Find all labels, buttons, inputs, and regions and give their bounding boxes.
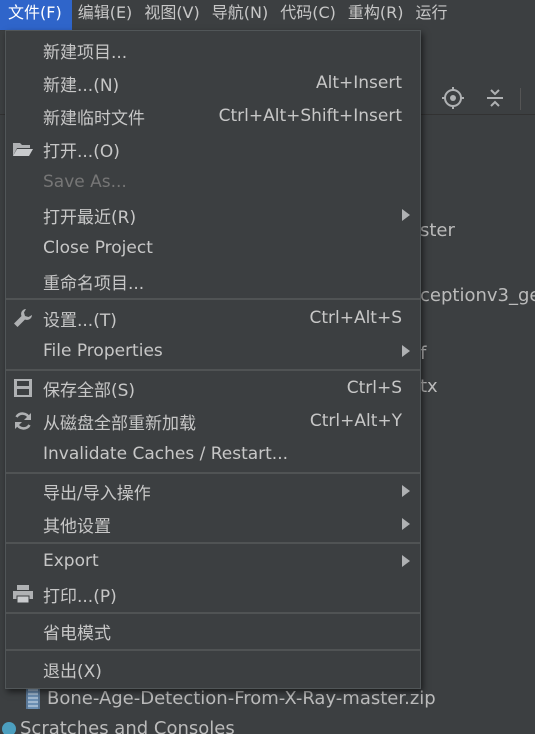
menu-separator [6,649,420,651]
menu-item-save-all[interactable]: 保存全部(S) Ctrl+S [6,373,420,403]
file-menu-dropdown: 新建项目... 新建...(N) Alt+Insert 新建临时文件 Ctrl+… [5,30,421,689]
menu-item-import-export[interactable]: 导出/导入操作 [6,476,420,506]
menu-item-shortcut: Ctrl+Alt+S [309,308,402,328]
menu-refactor[interactable]: 重构(R) [342,0,410,30]
menu-view[interactable]: 视图(V) [138,0,205,30]
ide-window: ster ceptionv3_ge f tx Bone-Age-Detectio… [0,0,535,734]
save-disk-icon [12,377,34,399]
menu-item-label: File Properties [43,341,163,361]
menu-item-shortcut: Ctrl+Alt+Y [309,411,402,431]
submenu-arrow-icon [402,518,410,530]
menu-item-open-recent[interactable]: 打开最近(R) [6,200,420,230]
menu-item-reload-all[interactable]: 从磁盘全部重新加载 Ctrl+Alt+Y [6,406,420,436]
tree-node-fragment[interactable]: ceptionv3_ge [420,285,535,306]
menu-item-label: 退出(X) [43,661,102,682]
menu-item-label: Invalidate Caches / Restart... [43,444,289,464]
menu-item-settings[interactable]: 设置...(T) Ctrl+Alt+S [6,303,420,333]
menu-item-open[interactable]: 打开...(O) [6,134,420,164]
tree-node-scratches[interactable]: Scratches and Consoles [20,718,235,734]
menu-item-file-properties[interactable]: File Properties [6,336,420,366]
menu-item-label: 省电模式 [43,623,111,644]
menu-item-export[interactable]: Export [6,546,420,576]
menu-item-save-as: Save As... [6,167,420,197]
main-menubar: 文件(F) 编辑(E) 视图(V) 导航(N) 代码(C) 重构(R) 运行 [0,0,535,30]
menu-item-new-project[interactable]: 新建项目... [6,35,420,65]
folder-open-icon [12,138,34,160]
menu-item-print[interactable]: 打印...(P) [6,579,420,609]
menu-item-label: 新建...(N) [43,75,120,96]
wrench-icon [12,307,34,329]
submenu-arrow-icon [402,555,410,567]
menu-item-rename-project[interactable]: 重命名项目... [6,266,420,296]
menu-item-label: 导出/导入操作 [43,483,151,504]
tree-node-fragment[interactable]: ster [420,220,455,241]
menu-item-label: 保存全部(S) [43,380,136,401]
toolbar-divider [520,88,521,110]
submenu-arrow-icon [402,209,410,221]
menu-item-other-settings[interactable]: 其他设置 [6,509,420,539]
menu-item-shortcut: Ctrl+S [346,378,402,398]
menu-separator [6,542,420,544]
tree-node-fragment[interactable]: tx [420,376,438,397]
menu-item-label: Save As... [43,172,127,192]
menu-navigate[interactable]: 导航(N) [206,0,274,30]
menu-item-label: 打印...(P) [43,586,117,607]
collapse-all-icon[interactable] [483,86,507,110]
menu-separator [6,298,420,300]
menu-item-label: 新建项目... [43,42,128,63]
menu-item-label: 打开最近(R) [43,207,137,228]
printer-icon [12,583,34,605]
tree-node-zip[interactable]: Bone-Age-Detection-From-X-Ray-master.zip [47,688,436,709]
menu-separator [6,472,420,474]
menu-item-exit[interactable]: 退出(X) [6,654,420,684]
submenu-arrow-icon [402,485,410,497]
menu-code[interactable]: 代码(C) [274,0,342,30]
menu-item-close-project[interactable]: Close Project [6,233,420,263]
scratches-icon [2,722,16,734]
menu-item-shortcut: Ctrl+Alt+Shift+Insert [218,106,402,126]
menu-item-label: 其他设置 [43,516,111,537]
menu-item-label: 设置...(T) [43,310,117,331]
menu-item-new[interactable]: 新建...(N) Alt+Insert [6,68,420,98]
reload-icon [12,410,34,432]
menu-item-label: 从磁盘全部重新加载 [43,413,196,434]
menu-item-invalidate-caches[interactable]: Invalidate Caches / Restart... [6,439,420,469]
locate-icon[interactable] [441,86,465,110]
menu-item-new-scratch[interactable]: 新建临时文件 Ctrl+Alt+Shift+Insert [6,101,420,131]
menu-item-label: 打开...(O) [43,141,120,162]
menu-item-power-save[interactable]: 省电模式 [6,616,420,646]
submenu-arrow-icon [402,345,410,357]
menu-item-label: 新建临时文件 [43,108,145,129]
menu-run[interactable]: 运行 [410,0,454,30]
menu-item-shortcut: Alt+Insert [315,73,402,93]
menu-edit[interactable]: 编辑(E) [72,0,139,30]
menu-item-label: Export [43,551,99,571]
menu-file[interactable]: 文件(F) [0,0,72,30]
menu-item-label: 重命名项目... [43,273,145,294]
menu-separator [6,612,420,614]
menu-item-label: Close Project [43,238,153,258]
zip-file-icon [26,689,40,709]
menu-separator [6,369,420,371]
